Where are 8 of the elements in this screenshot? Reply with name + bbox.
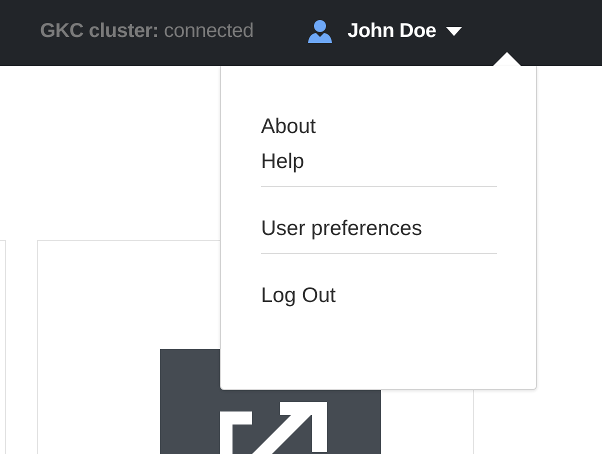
cluster-status: GKC cluster: connected: [40, 20, 254, 42]
caret-icon: [446, 26, 462, 36]
menu-item[interactable]: User preferences: [261, 213, 422, 245]
menu-item[interactable]: About: [261, 111, 316, 143]
menu-item[interactable]: Log Out: [261, 280, 336, 312]
user-icon: [308, 19, 332, 43]
user-menu-button[interactable]: John Doe: [308, 19, 462, 43]
menu-item[interactable]: Help: [261, 146, 304, 178]
